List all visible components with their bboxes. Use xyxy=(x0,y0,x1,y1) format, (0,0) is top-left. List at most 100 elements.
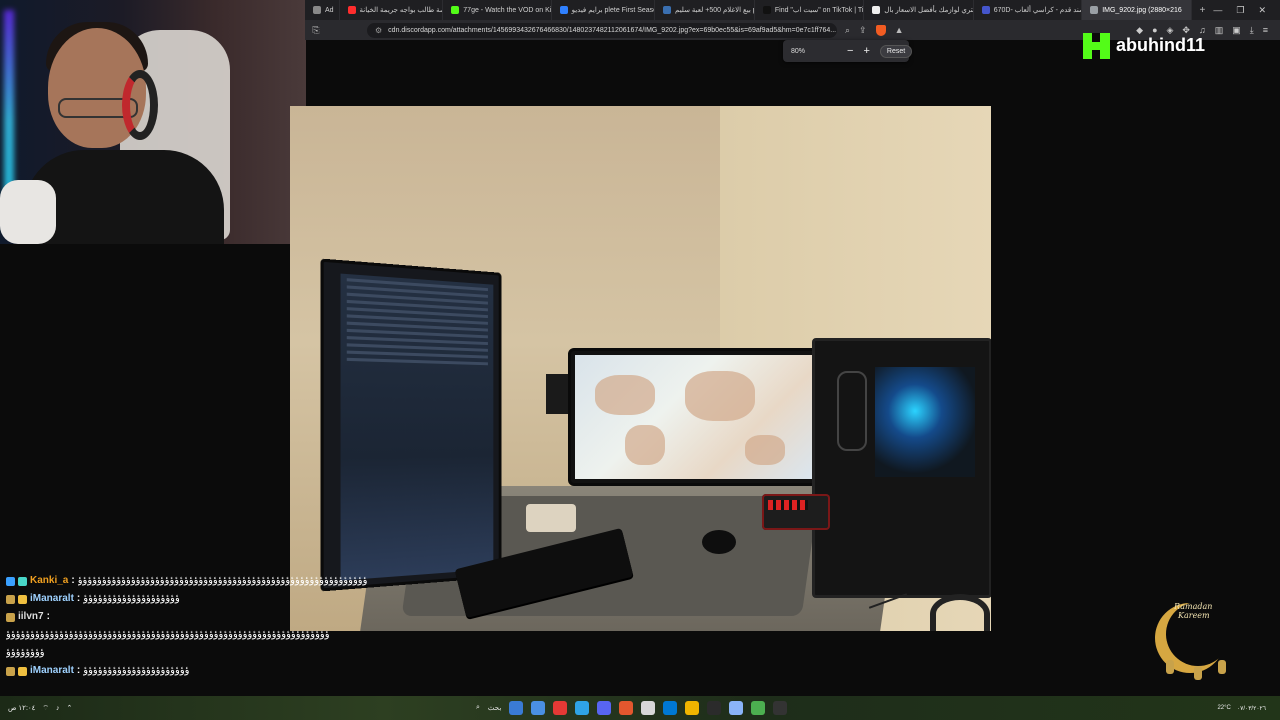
midi-controller xyxy=(762,494,830,530)
clock-time[interactable]: ١٢:٠٤ ص xyxy=(8,704,35,712)
extension-icon[interactable]: ◆ xyxy=(1136,25,1143,36)
extensions-puzzle-icon[interactable]: ✥ xyxy=(1182,25,1190,36)
screen: Ad قصة طالب بواجه جريمة الخيانة 77ge - Wat… xyxy=(0,0,1280,720)
window-controls: — ❐ ✕ xyxy=(1213,5,1280,16)
browser-tab[interactable]: بيع الاغلام 500+ لعبة سليم pc xyxy=(655,0,755,20)
extension-icon[interactable]: ● xyxy=(1152,25,1157,36)
chat-username[interactable]: iManaralt xyxy=(30,590,74,608)
start-button-icon[interactable] xyxy=(509,701,524,715)
chat-separator: : xyxy=(76,593,81,604)
tab-favicon-icon xyxy=(981,6,990,14)
clock-date[interactable]: ٠٧/٠٣/٢٠٢٦ xyxy=(1237,705,1266,712)
chat-badge-icon xyxy=(6,612,15,622)
kick-logo-icon xyxy=(1083,33,1110,59)
browser-tab[interactable]: IMG_9202.jpg (2880×216✕ xyxy=(1082,0,1192,20)
chat-badge-icon xyxy=(18,594,27,604)
chevron-up-icon[interactable]: ⌃ xyxy=(67,704,73,712)
taskbar-app-icon[interactable] xyxy=(553,701,568,715)
extension-toolbar: ◆ ● ◈ ✥ ♫ ▥ ▣ ⤓ ≡ xyxy=(1136,25,1280,36)
taskbar-app-icon[interactable] xyxy=(663,701,678,715)
taskbar-app-icon[interactable] xyxy=(619,701,634,715)
wifi-icon[interactable]: ⌔ xyxy=(42,704,49,713)
browser-tab[interactable]: 77ge - Watch the VOD on Kick xyxy=(443,0,552,20)
chat-text: ؤؤؤؤؤؤؤؤؤؤؤؤؤؤؤؤؤؤؤؤؤؤؤؤؤؤؤؤؤؤؤؤؤؤؤؤؤؤؤؤ… xyxy=(77,575,368,586)
ramadan-kareem-decoration: Ramadan Kareem xyxy=(1160,596,1238,694)
taskbar-app-icon[interactable] xyxy=(729,701,744,715)
sidebar-icon[interactable]: ▥ xyxy=(1215,25,1224,36)
rewards-icon[interactable]: ▲ xyxy=(895,25,904,35)
site-info-icon[interactable]: ⚙ xyxy=(375,26,382,35)
share-icon[interactable]: ⇪ xyxy=(859,25,867,36)
tab-label: 670D- مسند قدم - كراسي ألعاب xyxy=(993,7,1083,14)
browser-tab[interactable]: 670D- مسند قدم - كراسي ألعاب xyxy=(974,0,1083,20)
chat-username[interactable]: iilvn7 xyxy=(18,608,44,626)
streamer-name: abuhind11 xyxy=(1116,35,1206,55)
taskbar-tray-left: ١٢:٠٤ ص ⌔ ♪ ⌃ xyxy=(0,704,72,713)
microphone xyxy=(0,180,56,244)
maximize-button[interactable]: ❐ xyxy=(1236,5,1244,16)
headphones xyxy=(122,70,158,140)
tab-favicon-icon xyxy=(762,6,771,14)
url-field[interactable]: ⚙ cdn.discordapp.com/attachments/1456993… xyxy=(367,22,837,38)
taskbar-app-icon[interactable] xyxy=(707,701,722,715)
browser-tab[interactable]: اشتري لوازمك بأفضل الاسعار بال xyxy=(864,0,974,20)
chat-message: ؤؤؤؤؤؤؤؤؤؤؤؤؤؤؤؤؤؤؤؤؤؤؤؤؤؤؤؤؤؤؤؤؤؤؤؤؤؤؤؤ… xyxy=(6,626,406,644)
chat-text: ؤؤؤؤؤؤؤؤؤؤؤؤؤؤؤؤؤؤؤؤؤؤ xyxy=(83,665,190,676)
chat-badge-icon xyxy=(6,594,15,604)
taskbar-app-icon[interactable] xyxy=(773,701,788,715)
browser-tab[interactable]: قصة طالب بواجه جريمة الخيانة xyxy=(340,0,444,20)
bookmark-icon[interactable]: ⎘ xyxy=(305,25,327,36)
chat-overlay: Kanki_a : ؤؤؤؤؤؤؤؤؤؤؤؤؤؤؤؤؤؤؤؤؤؤؤؤؤؤؤؤؤؤ… xyxy=(6,572,406,680)
chat-badge-icon xyxy=(18,666,27,676)
zoom-icon[interactable]: ⌕ xyxy=(845,25,850,36)
browser-tab[interactable]: Find "سيت اب" on TikTok | TikT xyxy=(755,0,865,20)
weather-temp[interactable]: 22°C xyxy=(1217,705,1230,711)
taskbar-app-icon[interactable] xyxy=(575,701,590,715)
search-label[interactable]: بحث xyxy=(488,704,501,712)
close-window-button[interactable]: ✕ xyxy=(1258,5,1266,16)
new-tab-button[interactable]: + xyxy=(1192,5,1214,16)
chat-username[interactable]: iManaralt xyxy=(30,662,74,680)
headset xyxy=(930,594,990,631)
taskbar-app-icon[interactable] xyxy=(531,701,546,715)
zoom-out-button[interactable]: − xyxy=(847,45,853,57)
wallet-icon[interactable]: ▣ xyxy=(1232,25,1241,36)
search-icon[interactable]: ⌕ xyxy=(476,704,480,712)
extension-icon[interactable]: ◈ xyxy=(1167,25,1174,36)
taskbar-app-icon[interactable] xyxy=(641,701,656,715)
url-text: cdn.discordapp.com/attachments/145699343… xyxy=(388,26,837,34)
browser-tab[interactable]: برايم فيديو plete First Season xyxy=(552,0,656,20)
chat-message: iilvn7 : xyxy=(6,608,406,626)
mouse xyxy=(702,530,736,554)
taskbar-app-icon[interactable] xyxy=(751,701,766,715)
media-icon[interactable]: ♫ xyxy=(1199,25,1206,36)
tab-label: Ad xyxy=(325,6,334,14)
taskbar-app-icon[interactable] xyxy=(597,701,612,715)
lantern-icon xyxy=(1194,666,1202,680)
minimize-button[interactable]: — xyxy=(1213,5,1222,16)
vertical-monitor xyxy=(320,258,502,592)
tab-label: Find "سيت اب" on TikTok | TikT xyxy=(774,7,864,14)
chat-message: iManaralt : ؤؤؤؤؤؤؤؤؤؤؤؤؤؤؤؤؤؤؤؤؤؤ xyxy=(6,662,406,680)
world-map-screen xyxy=(575,355,813,479)
chat-text: ؤؤؤؤؤؤؤؤ xyxy=(6,647,45,658)
tab-label: IMG_9202.jpg (2880×216 xyxy=(1102,6,1182,14)
taskbar-app-icon[interactable] xyxy=(685,701,700,715)
zoom-reset-button[interactable]: Reset xyxy=(879,44,913,58)
download-icon[interactable]: ⤓ xyxy=(1250,25,1254,36)
taskbar: ١٢:٠٤ ص ⌔ ♪ ⌃ ⌕ بحث 22°C ٠٧/٠٣/٢٠٢٦ xyxy=(0,696,1280,720)
brave-shield-icon[interactable] xyxy=(875,24,886,36)
menu-icon[interactable]: ≡ xyxy=(1263,25,1268,36)
taskbar-apps: ⌕ بحث xyxy=(476,701,788,715)
chat-username[interactable]: Kanki_a xyxy=(30,572,68,590)
zoom-level: 80% xyxy=(791,47,806,55)
tab-favicon-icon xyxy=(1090,6,1099,14)
webcam-feed xyxy=(0,0,306,244)
chat-badge-icon xyxy=(18,576,27,586)
viewed-image[interactable] xyxy=(290,106,991,631)
browser-tab[interactable]: Ad xyxy=(305,0,340,20)
chat-text: ؤؤؤؤؤؤؤؤؤؤؤؤؤؤؤؤؤؤؤؤؤؤؤؤؤؤؤؤؤؤؤؤؤؤؤؤؤؤؤؤ… xyxy=(6,629,330,640)
volume-icon[interactable]: ♪ xyxy=(56,705,60,712)
curved-monitor xyxy=(568,348,820,486)
zoom-in-button[interactable]: + xyxy=(863,45,869,57)
